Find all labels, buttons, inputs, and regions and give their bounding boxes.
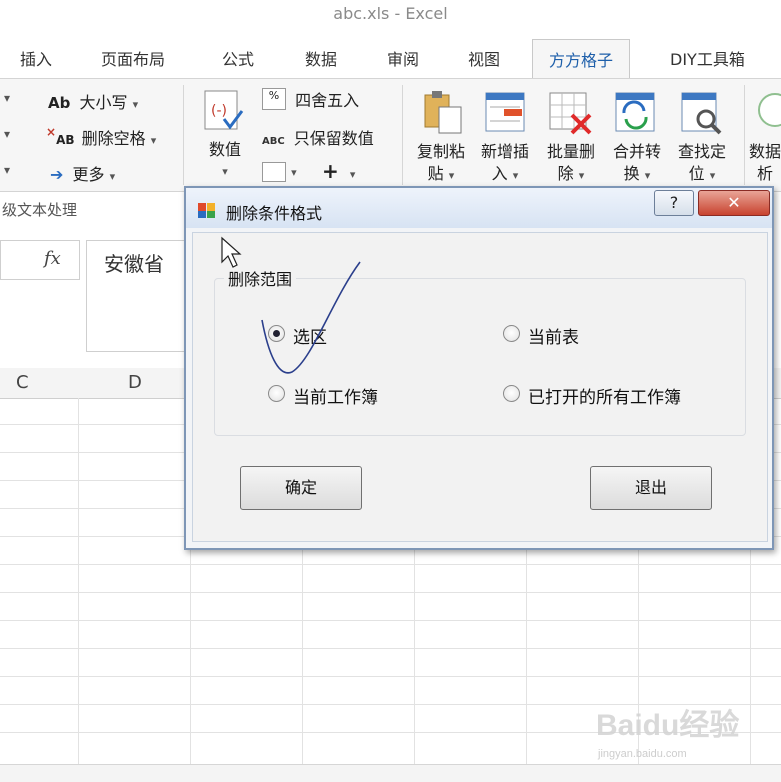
checkmark-annotation [261, 261, 361, 374]
watermark-logo: Baidu经验 [596, 709, 740, 742]
watermark-url: jingyan.baidu.com [598, 748, 687, 760]
mouse-cursor-icon [221, 236, 242, 268]
status-bar [0, 764, 781, 782]
annotation-overlay [221, 236, 361, 374]
